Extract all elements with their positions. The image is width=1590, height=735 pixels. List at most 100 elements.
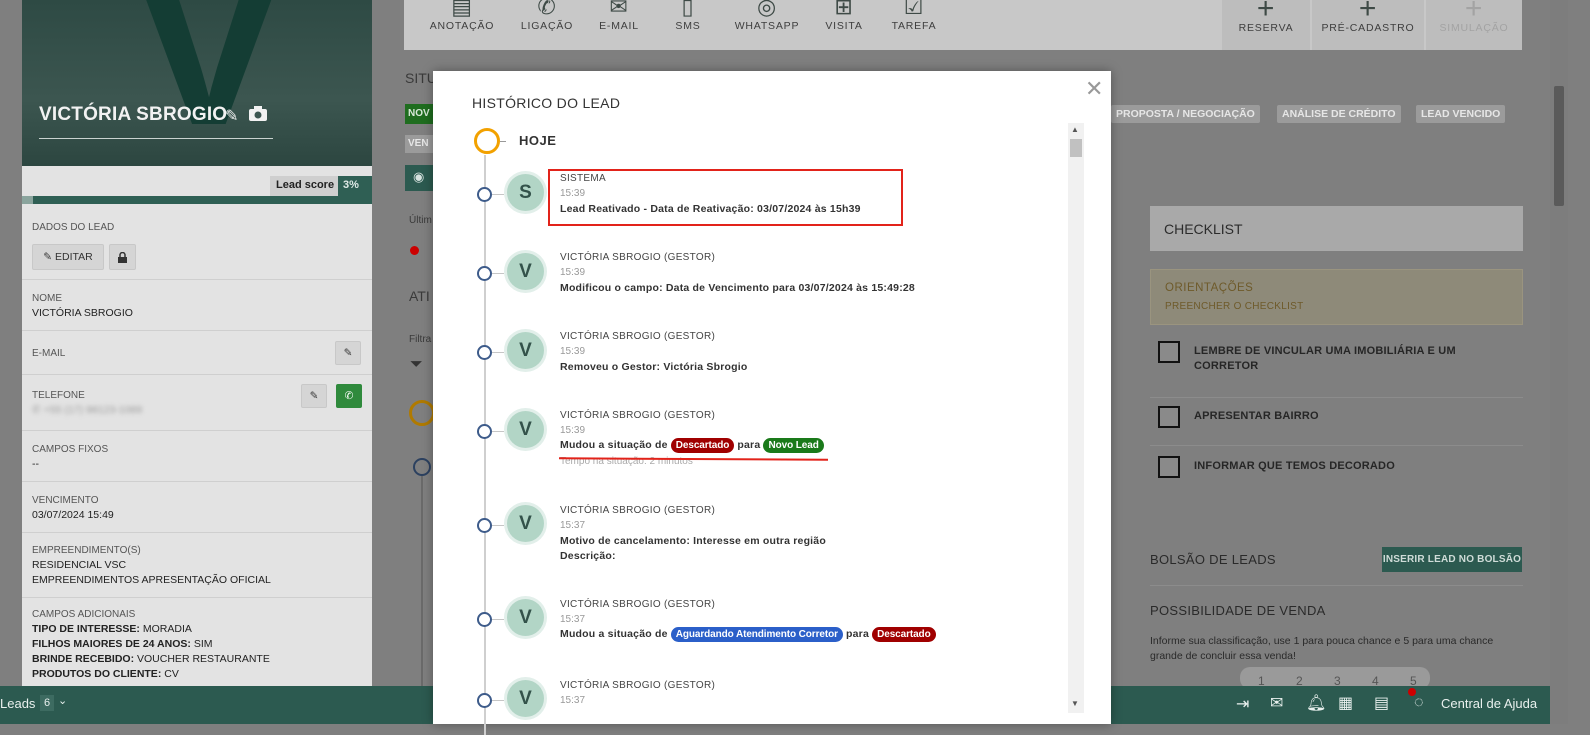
event-author: VICTÓRIA SBROGIO (GESTOR)	[560, 410, 716, 421]
stage-pill-proposta[interactable]: PROPOSTA / NEGOCIAÇÃO	[1111, 105, 1260, 123]
lock-icon	[118, 251, 127, 263]
eye-off-button[interactable]: ◉	[405, 165, 433, 191]
section-title: DADOS DO LEAD	[32, 222, 115, 233]
event-author: VICTÓRIA SBROGIO (GESTOR)	[560, 680, 716, 691]
possibility-description: Informe sua classificação, use 1 para po…	[1150, 635, 1494, 662]
insert-bolsao-button[interactable]: INSERIR LEAD NO BOLSÃO	[1382, 547, 1522, 572]
note-icon: ▤	[451, 0, 473, 19]
timeline-line	[484, 155, 486, 735]
avatar: V	[507, 253, 544, 290]
event-time: 15:39	[560, 425, 586, 436]
leads-count: 6	[40, 695, 55, 711]
action-visita[interactable]: ⊞ VISITA	[818, 0, 870, 32]
collapse-right-icon[interactable]: ⇥	[1236, 694, 1249, 714]
camera-icon[interactable]	[248, 106, 267, 125]
lead-score-value: 3%	[338, 176, 372, 196]
action-toolbar: ▤ ANOTAÇÃO ✆ LIGAÇÃO ✉ E-MAIL ▯ SMS ◎ WHATSAP…	[404, 0, 1522, 50]
action-tarefa[interactable]: ☑ TAREFA	[886, 0, 942, 32]
highlight-box	[548, 169, 903, 226]
filter-icon[interactable]: ⏷	[410, 356, 423, 374]
phone-icon: ✆	[32, 404, 41, 416]
today-label: HOJE	[519, 133, 557, 148]
checkbox[interactable]	[1158, 456, 1180, 478]
modal-scrollbar[interactable]: ▲ ▼	[1068, 123, 1084, 713]
profile-initial: V	[132, 0, 286, 166]
calendar-icon[interactable]: ▦	[1338, 693, 1353, 713]
pencil-icon[interactable]: ✎	[225, 108, 238, 125]
today-marker	[474, 128, 500, 154]
checklist-icon: ☑	[903, 0, 925, 19]
whatsapp-icon: ◎	[757, 0, 777, 19]
timeline-dot	[477, 424, 492, 439]
action-pre-cadastro[interactable]: + PRÉ-CADASTRO	[1312, 0, 1424, 50]
calculator-icon[interactable]: ▤	[1374, 693, 1389, 713]
envelope-icon: ✉	[609, 0, 629, 19]
stage-pill-ven[interactable]: VEN	[405, 135, 433, 153]
lock-button[interactable]	[109, 244, 136, 270]
bolsao-title: BOLSÃO DE LEADS	[1150, 552, 1276, 567]
page-scrollbar[interactable]	[1550, 0, 1568, 724]
inbox-star-icon[interactable]: ✉	[1270, 693, 1283, 713]
event-author: VICTÓRIA SBROGIO (GESTOR)	[560, 331, 716, 342]
close-icon[interactable]: ✕	[1085, 77, 1103, 102]
scroll-up-icon[interactable]: ▲	[1071, 125, 1079, 134]
scroll-thumb[interactable]	[1070, 139, 1082, 157]
avatar: V	[507, 680, 544, 717]
lead-score-bar	[22, 196, 372, 204]
event-time: 15:39	[560, 267, 586, 278]
stage-pill-analise[interactable]: ANÁLISE DE CRÉDITO	[1277, 105, 1401, 123]
mobile-icon: ▯	[681, 0, 695, 19]
stage-pill-novo[interactable]: NOV	[405, 104, 433, 124]
additional-fields: CAMPOS ADICIONAIS TIPO DE INTERESSE: MOR…	[32, 609, 270, 680]
action-anotacao[interactable]: ▤ ANOTAÇÃO	[429, 0, 495, 32]
chevron-down-icon[interactable]: ⌄	[58, 694, 67, 707]
checkbox[interactable]	[1158, 341, 1180, 363]
plus-icon: +	[1358, 0, 1378, 25]
timeline-dot	[477, 693, 492, 708]
whatsapp-button[interactable]: ✆	[336, 384, 362, 408]
action-ligacao[interactable]: ✆ LIGAÇÃO	[514, 0, 580, 32]
event-message: Modificou o campo: Data de Vencimento pa…	[560, 282, 915, 294]
lead-score-label: Lead score	[270, 176, 341, 196]
help-center-link[interactable]: Central de Ajuda	[1441, 696, 1537, 711]
avatar: S	[507, 174, 544, 211]
checkbox[interactable]	[1158, 406, 1180, 428]
status-dot	[410, 246, 419, 255]
fixed-fields: CAMPOS FIXOS --	[22, 432, 372, 482]
event-time: 15:37	[560, 614, 586, 625]
event-message: Removeu o Gestor: Victória Sbrogio	[560, 361, 748, 373]
action-simulacao[interactable]: + SIMULAÇÃO	[1426, 0, 1522, 50]
edit-phone-button[interactable]: ✎	[301, 384, 327, 408]
modal-title: HISTÓRICO DO LEAD	[472, 95, 621, 111]
timeline-dot	[477, 187, 492, 202]
action-reserva[interactable]: + RESERVA	[1222, 0, 1310, 50]
action-whatsapp[interactable]: ◎ WHATSAPP	[729, 0, 805, 32]
timeline-dot	[477, 345, 492, 360]
status-badge-descartado: Descartado	[872, 627, 936, 642]
bell-icon[interactable]: 🔔︎	[1306, 693, 1326, 713]
edit-lead-button[interactable]: ✎ EDITAR	[32, 244, 104, 270]
timeline-dot	[477, 518, 492, 533]
stage-pill-vencido[interactable]: LEAD VENCIDO	[1416, 105, 1506, 123]
orientations-box: ORIENTAÇÕES PREENCHER O CHECKLIST	[1150, 269, 1523, 325]
action-sms[interactable]: ▯ SMS	[666, 0, 710, 32]
pencil-icon: ✎	[309, 390, 319, 402]
lead-history-modal: HISTÓRICO DO LEAD ✕ HOJE S SISTEMA 15:39…	[433, 71, 1111, 735]
timeline-dot-bg	[413, 458, 431, 476]
event-message-description: Descrição:	[560, 550, 616, 562]
action-email[interactable]: ✉ E-MAIL	[589, 0, 649, 32]
status-badge-novo-lead: Novo Lead	[763, 438, 824, 453]
status-badge-aguardando: Aguardando Atendimento Corretor	[670, 627, 843, 642]
avatar: V	[507, 332, 544, 369]
event-message: Mudou a situação de Descartado para Novo…	[560, 438, 824, 453]
whatsapp-icon: ✆	[344, 390, 354, 402]
event-time: 15:37	[560, 695, 586, 706]
developments-field: EMPREENDIMENTO(S) RESIDENCIAL VSC EMPREE…	[22, 534, 372, 598]
scroll-down-icon[interactable]: ▼	[1071, 699, 1079, 708]
edit-email-button[interactable]: ✎	[335, 341, 361, 365]
due-date-field: VENCIMENTO 03/07/2024 15:49	[22, 483, 372, 533]
lead-left-panel: V VICTÓRIA SBROGIO ✎ Lead score 3% DADOS…	[22, 0, 372, 700]
leads-label[interactable]: Leads	[0, 696, 35, 711]
chat-icon[interactable]: ◌	[1414, 694, 1424, 712]
name-field: NOME VICTÓRIA SBROGIO	[22, 281, 372, 331]
